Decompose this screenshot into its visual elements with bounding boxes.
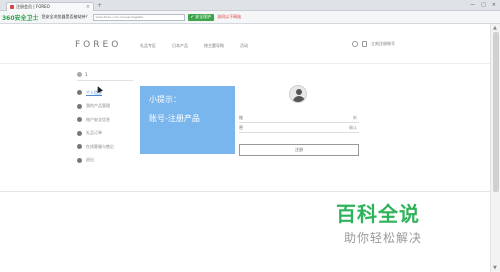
sidebar-item-label: 我的产品管理 [86, 103, 110, 109]
address-bar[interactable]: www.foreo.com.cn/user/register [92, 13, 185, 21]
close-tab-icon[interactable]: × [86, 4, 90, 10]
favicon-icon [10, 5, 14, 9]
tip-title: 小提示： [149, 95, 181, 104]
sidebar-item-label: 在线客服与售后 [86, 143, 114, 149]
sidebar-item-label: 礼品订单 [86, 130, 102, 136]
profile-avatar[interactable] [289, 85, 307, 103]
password-field-hint: 确认 [349, 125, 357, 130]
user-icon[interactable] [352, 41, 358, 47]
nav-item-events[interactable]: 活动 [240, 43, 248, 49]
gift-icon [77, 130, 82, 136]
minimize-button[interactable]: — [470, 2, 475, 8]
sidebar-item-logout[interactable]: 退出 [77, 154, 114, 168]
register-button[interactable]: 注册 [239, 144, 359, 156]
avatar-body [293, 96, 305, 102]
site-header: FOREO 礼品专区 日本产品 按主题导购 活动 立刻注册账号 [0, 24, 490, 64]
watermark-title: 百科全说 [336, 202, 420, 226]
close-window-button[interactable]: × [492, 2, 496, 8]
page-scrollbar[interactable]: ▲ ▼ [490, 24, 500, 272]
scroll-down-icon[interactable]: ▼ [493, 265, 497, 271]
360-logo: 360安全卫士 [2, 13, 39, 22]
maximize-button[interactable]: □ [481, 2, 486, 8]
field-underline [239, 132, 359, 133]
account-label[interactable]: 立刻注册账号 [371, 41, 395, 47]
lock-icon [77, 103, 82, 109]
hijack-notice-link[interactable]: 您安全浏览器是否被劫持？ [42, 14, 90, 20]
account-field-hint: 新 [353, 115, 357, 120]
account-menu: 个人信息 我的产品管理 账户安全信息 礼品订单 在线客服与售后 退出 [77, 86, 114, 167]
shield-icon [77, 117, 82, 123]
main-nav: 礼品专区 日本产品 按主题导购 活动 [140, 43, 248, 49]
baike-watermark: 百科全说 助你轻松解决 [336, 198, 466, 246]
scroll-up-icon[interactable]: ▲ [493, 25, 497, 31]
avatar-head [296, 89, 302, 95]
new-tab-button[interactable]: + [97, 3, 102, 9]
sidebar-divider [77, 80, 133, 81]
support-icon [77, 144, 82, 150]
browser-tab-strip: 注册会员 | FOREO × + — □ × [0, 0, 500, 11]
sidebar-item-security[interactable]: 账户安全信息 [77, 113, 114, 127]
home-icon [77, 90, 82, 96]
password-field[interactable]: 密 确认 [239, 125, 359, 133]
window-controls: — □ × [470, 2, 496, 8]
sidebar-user: 1 [77, 72, 88, 77]
cart-icon[interactable] [362, 41, 367, 47]
tab-title: 注册会员 | FOREO [16, 4, 50, 9]
sidebar-item-label: 退出 [86, 157, 94, 163]
visit-sites-link[interactable]: 访问以下网站 [217, 14, 241, 20]
sidebar-username: 1 [85, 72, 88, 77]
nav-item-gifts[interactable]: 礼品专区 [140, 43, 156, 49]
brand-logo[interactable]: FOREO [75, 40, 121, 50]
nav-item-themes[interactable]: 按主题导购 [204, 43, 224, 49]
page-divider [0, 191, 490, 192]
protect-button[interactable]: ✔ 安全保护 [187, 13, 215, 21]
tip-overlay: 小提示： 账号-注册产品 [140, 86, 235, 154]
field-underline [239, 122, 359, 123]
header-actions: 立刻注册账号 [352, 41, 395, 47]
360-logo-text: 安全卫士 [14, 14, 39, 22]
scroll-thumb[interactable] [493, 32, 499, 192]
sidebar-item-support[interactable]: 在线客服与售后 [77, 140, 114, 154]
sidebar-item-products[interactable]: 我的产品管理 [77, 100, 114, 114]
sidebar-item-label: 账户安全信息 [86, 116, 110, 122]
account-field[interactable]: 账 新 [239, 115, 359, 123]
browser-toolbar: 360安全卫士 您安全浏览器是否被劫持？ www.foreo.com.cn/us… [0, 11, 500, 24]
nav-item-japan[interactable]: 日本产品 [172, 43, 188, 49]
sidebar-item-gift-orders[interactable]: 礼品订单 [77, 127, 114, 141]
watermark-subtitle: 助你轻松解决 [344, 231, 423, 245]
user-avatar-icon [77, 72, 82, 77]
browser-tab[interactable]: 注册会员 | FOREO × [6, 2, 94, 11]
360-logo-number: 360 [2, 14, 15, 22]
account-field-label: 账 [239, 115, 243, 120]
password-field-label: 密 [239, 125, 243, 130]
logout-icon [77, 157, 82, 163]
tip-body: 账号-注册产品 [149, 114, 200, 123]
